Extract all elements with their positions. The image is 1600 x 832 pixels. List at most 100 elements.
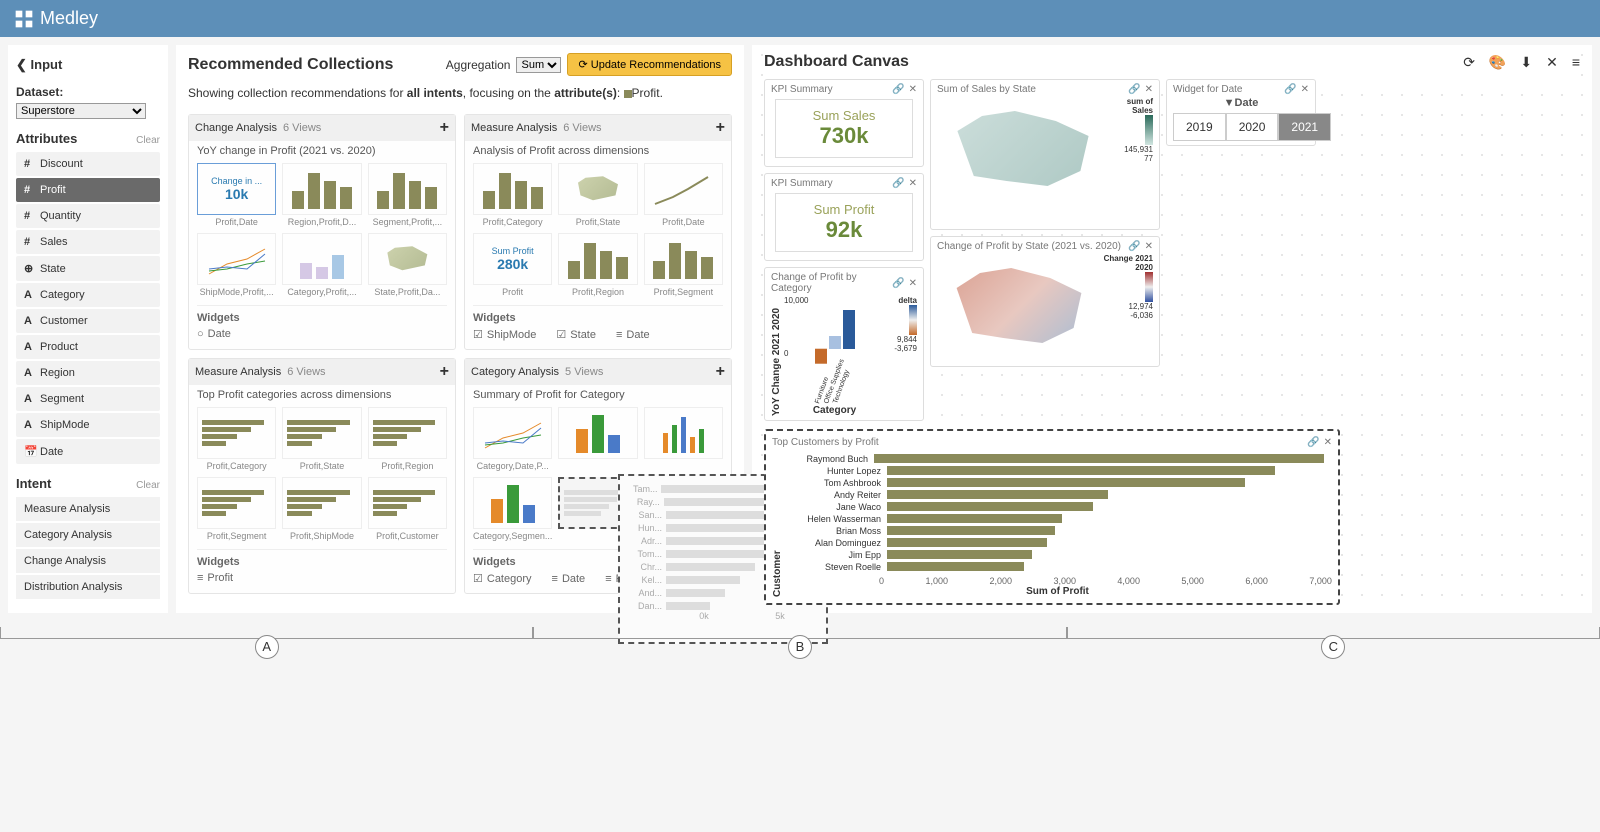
attribute-item-product[interactable]: AProduct — [16, 335, 160, 359]
widget-option[interactable]: ≡Profit — [197, 572, 233, 584]
attribute-item-segment[interactable]: ASegment — [16, 387, 160, 411]
section-label: C — [1321, 635, 1345, 659]
close-icon[interactable]: ✕ — [1145, 241, 1153, 252]
chart-thumbnail[interactable] — [473, 407, 552, 459]
collection-card: Change Analysis6 Views+YoY change in Pro… — [188, 114, 456, 350]
chart-thumbnail[interactable] — [644, 233, 723, 285]
widget-option[interactable]: ≡Profit — [605, 572, 641, 585]
chart-thumbnail[interactable] — [197, 477, 276, 529]
chart-thumbnail[interactable] — [644, 407, 723, 459]
attributes-clear[interactable]: Clear — [136, 135, 160, 146]
chart-thumbnail[interactable] — [282, 233, 361, 285]
section-label: B — [788, 635, 812, 659]
canvas-title: Dashboard Canvas — [764, 53, 909, 71]
collection-card: Category Analysis5 Views+Summary of Prof… — [464, 358, 732, 594]
chart-thumbnail[interactable] — [368, 163, 447, 215]
chart-thumbnail[interactable] — [473, 163, 552, 215]
chart-thumbnail[interactable] — [197, 407, 276, 459]
chart-thumbnail[interactable] — [368, 233, 447, 285]
link-icon[interactable]: 🔗 — [892, 178, 904, 189]
add-collection-button[interactable]: + — [440, 119, 449, 137]
chart-thumbnail[interactable] — [282, 163, 361, 215]
update-recommendations-button[interactable]: ⟳ Update Recommendations — [567, 53, 732, 76]
download-icon[interactable]: ⬇ — [1520, 54, 1532, 71]
collection-card: Measure Analysis6 Views+Top Profit categ… — [188, 358, 456, 594]
widget-option[interactable]: ≡Date — [552, 572, 586, 585]
add-collection-button[interactable]: + — [716, 363, 725, 381]
widget-option[interactable]: ≡Date — [616, 328, 650, 341]
chart-thumbnail[interactable] — [368, 477, 447, 529]
chart-thumbnail[interactable] — [558, 477, 637, 529]
date-option[interactable]: 2020 — [1226, 113, 1279, 141]
close-icon[interactable]: ✕ — [1145, 84, 1153, 95]
close-icon[interactable]: ✕ — [1324, 437, 1332, 448]
attribute-item-region[interactable]: ARegion — [16, 361, 160, 385]
change-profit-category-card[interactable]: Change of Profit by Category🔗✕ YoY Chang… — [764, 267, 924, 421]
widget-option[interactable]: ○Date — [197, 328, 231, 340]
input-back-button[interactable]: ❮ Input — [16, 53, 160, 77]
attribute-item-customer[interactable]: ACustomer — [16, 309, 160, 333]
date-option[interactable]: 2021 — [1278, 113, 1331, 141]
dataset-select[interactable]: Superstore — [16, 103, 146, 119]
palette-icon[interactable]: 🎨 — [1489, 54, 1506, 71]
chart-thumbnail[interactable] — [558, 233, 637, 285]
dashboard-icon — [14, 9, 34, 29]
intent-list: Measure AnalysisCategory AnalysisChange … — [16, 497, 160, 599]
aggregation-label: Aggregation — [446, 58, 511, 72]
chart-thumbnail[interactable] — [197, 233, 276, 285]
chart-thumbnail[interactable] — [282, 407, 361, 459]
link-icon[interactable]: 🔗 — [892, 278, 904, 289]
chart-thumbnail[interactable]: Sum Profit280k — [473, 233, 552, 285]
link-icon[interactable]: 🔗 — [1284, 84, 1296, 95]
close-icon[interactable]: ✕ — [909, 84, 917, 95]
chart-thumbnail[interactable] — [558, 407, 637, 459]
recommendations-panel: Recommended Collections Aggregation Sum … — [176, 45, 744, 613]
aggregation-select[interactable]: Sum — [516, 57, 561, 73]
attribute-item-profit[interactable]: #Profit — [16, 178, 160, 202]
add-collection-button[interactable]: + — [440, 363, 449, 381]
attribute-item-quantity[interactable]: #Quantity — [16, 204, 160, 228]
intent-clear[interactable]: Clear — [136, 480, 160, 491]
attribute-item-date[interactable]: 📅Date — [16, 439, 160, 464]
widget-option[interactable]: ☑State — [556, 328, 596, 341]
link-icon[interactable]: 🔗 — [1307, 437, 1319, 448]
attribute-item-state[interactable]: ⊕State — [16, 256, 160, 281]
attribute-item-discount[interactable]: #Discount — [16, 152, 160, 176]
widget-option[interactable]: ☑ShipMode — [473, 328, 536, 341]
chart-thumbnail[interactable] — [368, 407, 447, 459]
close-icon[interactable]: ✕ — [1546, 54, 1558, 71]
intent-item[interactable]: Category Analysis — [16, 523, 160, 547]
date-widget-card[interactable]: Widget for Date🔗✕ ▼Date 201920202021 — [1166, 79, 1316, 146]
link-icon[interactable]: 🔗 — [1128, 241, 1140, 252]
link-icon[interactable]: 🔗 — [892, 84, 904, 95]
app-header: Medley — [0, 0, 1600, 37]
chart-thumbnail[interactable] — [558, 163, 637, 215]
chart-thumbnail[interactable]: Change in ...10k — [197, 163, 276, 215]
kpi-card-sales[interactable]: KPI Summary🔗✕ Sum Sales730k — [764, 79, 924, 167]
link-icon[interactable]: 🔗 — [1128, 84, 1140, 95]
close-icon[interactable]: ✕ — [909, 178, 917, 189]
top-customers-card[interactable]: Top Customers by Profit🔗✕ Customer Raymo… — [764, 429, 1340, 605]
recommendations-title: Recommended Collections — [188, 56, 393, 74]
menu-icon[interactable]: ≡ — [1572, 54, 1580, 71]
intent-item[interactable]: Change Analysis — [16, 549, 160, 573]
attribute-item-category[interactable]: ACategory — [16, 283, 160, 307]
chart-thumbnail[interactable] — [473, 477, 552, 529]
date-option[interactable]: 2019 — [1173, 113, 1226, 141]
chart-thumbnail[interactable] — [644, 163, 723, 215]
intent-item[interactable]: Distribution Analysis — [16, 575, 160, 599]
chart-thumbnail[interactable] — [282, 477, 361, 529]
close-icon[interactable]: ✕ — [1301, 84, 1309, 95]
refresh-icon[interactable]: ⟳ — [1463, 54, 1475, 71]
widget-option[interactable]: ☑Category — [473, 572, 532, 585]
kpi-card-profit[interactable]: KPI Summary🔗✕ Sum Profit92k — [764, 173, 924, 261]
attribute-item-sales[interactable]: #Sales — [16, 230, 160, 254]
collections-grid: Change Analysis6 Views+YoY change in Pro… — [188, 114, 732, 594]
section-label: A — [255, 635, 279, 659]
attribute-item-shipmode[interactable]: AShipMode — [16, 413, 160, 437]
change-profit-state-card[interactable]: Change of Profit by State (2021 vs. 2020… — [930, 236, 1160, 367]
close-icon[interactable]: ✕ — [909, 278, 917, 289]
add-collection-button[interactable]: + — [716, 119, 725, 137]
intent-item[interactable]: Measure Analysis — [16, 497, 160, 521]
sales-by-state-card[interactable]: Sum of Sales by State🔗✕ sum of Sales 145… — [930, 79, 1160, 230]
